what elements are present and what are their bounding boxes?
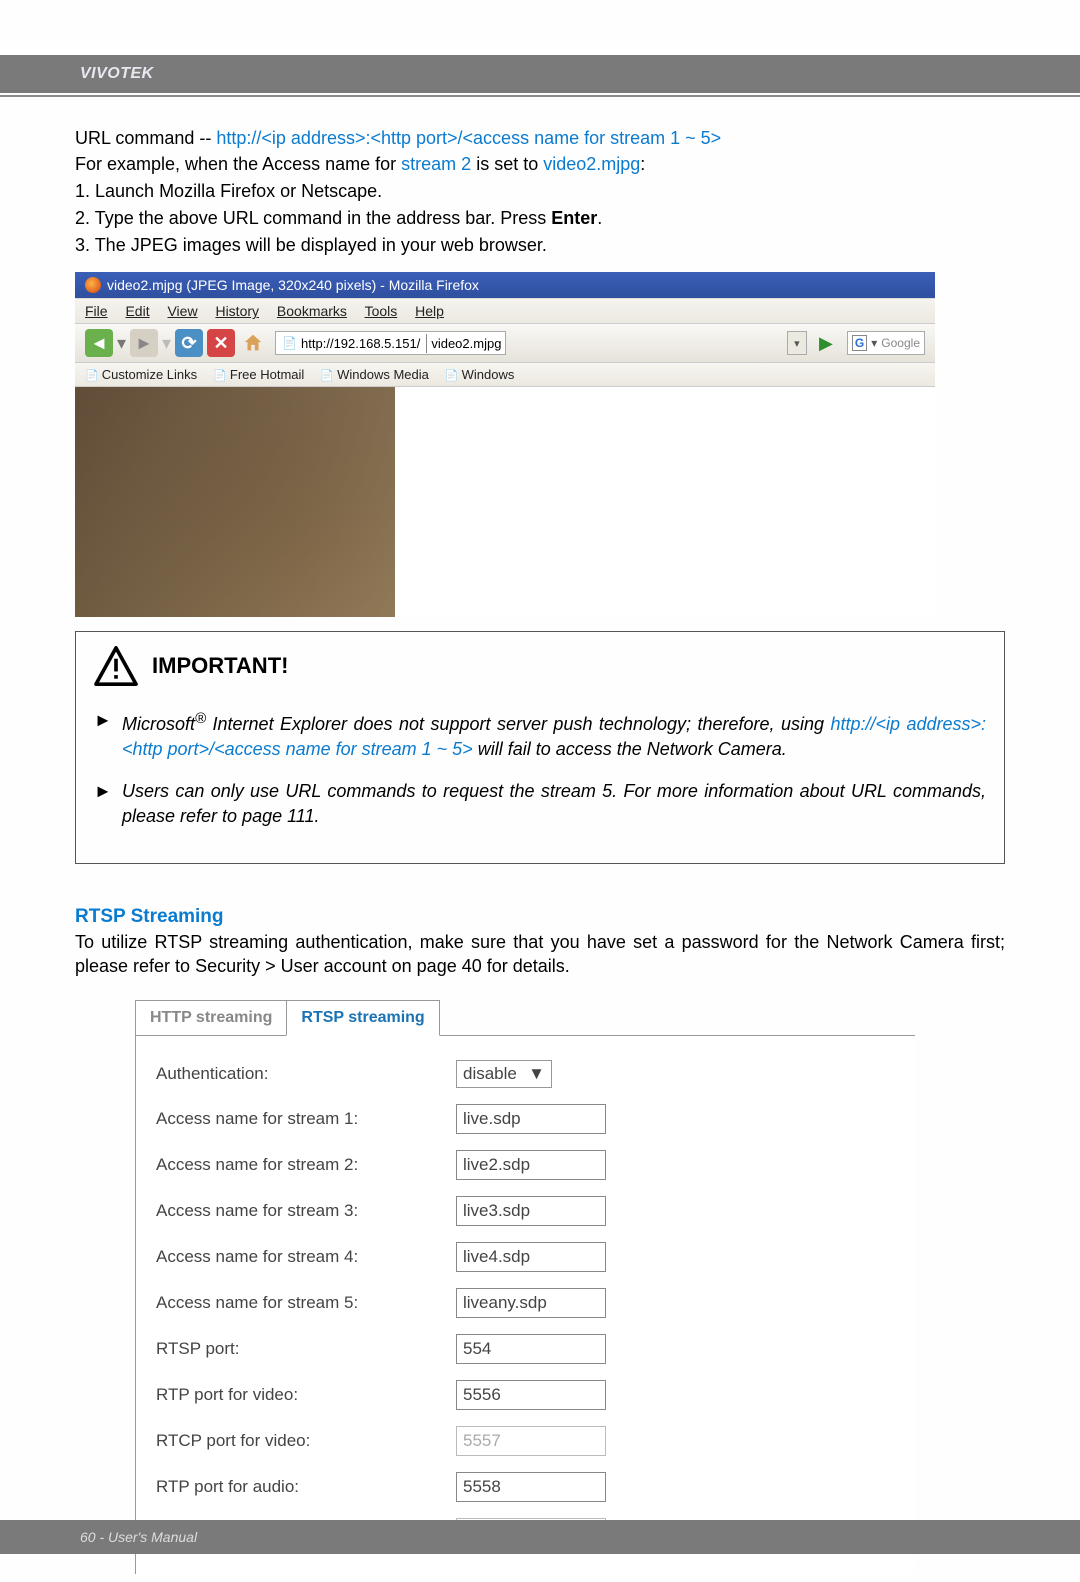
menu-edit[interactable]: Edit [125,303,149,319]
footer-text: 60 - User's Manual [80,1529,197,1545]
fwd-dropdown-icon[interactable]: ▾ [162,333,171,354]
google-icon: G [852,335,867,351]
rtcp-video-input: 5557 [456,1426,606,1456]
auth-label: Authentication: [156,1064,456,1084]
rtp-audio-input[interactable]: 5558 [456,1472,606,1502]
stream1-input[interactable]: live.sdp [456,1104,606,1134]
home-icon [242,332,264,354]
rtcp-video-label: RTCP port for video: [156,1431,456,1451]
address-dropdown[interactable]: ▾ [787,331,807,355]
menu-help[interactable]: Help [415,303,444,319]
home-button[interactable] [239,329,267,357]
chevron-down-icon: ▼ [528,1064,545,1084]
auth-select[interactable]: disable ▼ [456,1060,552,1088]
go-button[interactable]: ▶ [815,332,837,354]
step-2: 2. Type the above URL command in the add… [75,206,1005,231]
brand: VIVOTEK [80,65,154,83]
browser-menubar: File Edit View History Bookmarks Tools H… [75,298,935,324]
bookmarks-toolbar: Customize Links Free Hotmail Windows Med… [75,363,935,387]
rtsp-settings: HTTP streaming RTSP streaming Authentica… [135,999,915,1574]
back-button[interactable]: ◄ [85,329,113,357]
firefox-icon [85,277,101,293]
menu-view[interactable]: View [167,303,197,319]
stream2-input[interactable]: live2.sdp [456,1150,606,1180]
rtp-video-input[interactable]: 5556 [456,1380,606,1410]
stream5-label: Access name for stream 5: [156,1293,456,1313]
bookmark-customize-links[interactable]: Customize Links [85,367,197,382]
search-placeholder: Google [881,336,920,350]
stream4-input[interactable]: live4.sdp [456,1242,606,1272]
search-box[interactable]: G ▾ Google [847,331,925,355]
browser-window: video2.mjpg (JPEG Image, 320x240 pixels)… [75,272,935,617]
address-bar[interactable]: 📄 http://192.168.5.151/ video2.mjpg [275,331,506,355]
streaming-tabs: HTTP streaming RTSP streaming [135,999,915,1035]
tab-http-streaming[interactable]: HTTP streaming [135,1000,286,1036]
browser-content [75,387,935,617]
rtp-video-label: RTP port for video: [156,1385,456,1405]
url-command-line: URL command -- http://<ip address>:<http… [75,127,1005,150]
url-example: For example, when the Access name for st… [75,152,1005,176]
step-3: 3. The JPEG images will be displayed in … [75,233,1005,258]
url-pattern: http://<ip address>:<http port>/<access … [216,128,721,148]
menu-tools[interactable]: Tools [365,303,398,319]
bookmark-windows-media[interactable]: Windows Media [320,367,429,382]
bullet-arrow-icon: ► [94,779,112,829]
rtp-audio-label: RTP port for audio: [156,1477,456,1497]
stream3-label: Access name for stream 3: [156,1201,456,1221]
menu-file[interactable]: File [85,303,108,319]
menu-history[interactable]: History [215,303,259,319]
important-title: IMPORTANT! [152,653,288,679]
step-1: 1. Launch Mozilla Firefox or Netscape. [75,179,1005,204]
important-item-2: ► Users can only use URL commands to req… [94,779,986,829]
warning-icon [94,646,138,686]
tab-rtsp-streaming[interactable]: RTSP streaming [286,1000,439,1036]
search-dropdown-icon[interactable]: ▾ [871,336,877,350]
bullet-arrow-icon: ► [94,708,112,762]
page-header: VIVOTEK [0,55,1080,93]
menu-bookmarks[interactable]: Bookmarks [277,303,347,319]
stream5-input[interactable]: liveany.sdp [456,1288,606,1318]
window-title: video2.mjpg (JPEG Image, 320x240 pixels)… [107,277,479,293]
address-base: http://192.168.5.151/ [301,336,420,351]
important-item-1: ► Microsoft® Internet Explorer does not … [94,708,986,762]
stream3-input[interactable]: live3.sdp [456,1196,606,1226]
reload-button[interactable]: ⟳ [175,329,203,357]
stream1-label: Access name for stream 1: [156,1109,456,1129]
page-icon: 📄 [282,336,297,350]
rtsp-intro: To utilize RTSP streaming authentication… [75,930,1005,979]
forward-button[interactable]: ► [130,329,158,357]
rtsp-port-input[interactable]: 554 [456,1334,606,1364]
rtsp-panel: Authentication: disable ▼ Access name fo… [135,1035,915,1574]
jpeg-image [75,387,395,617]
bookmark-free-hotmail[interactable]: Free Hotmail [213,367,304,382]
stream4-label: Access name for stream 4: [156,1247,456,1267]
address-file: video2.mjpg [426,334,505,353]
bookmark-windows[interactable]: Windows [445,367,515,382]
page-footer: 60 - User's Manual [0,1520,1080,1554]
stop-button[interactable]: ✕ [207,329,235,357]
browser-toolbar: ◄ ▾ ► ▾ ⟳ ✕ 📄 http://192.168.5.151/ vide… [75,324,935,363]
browser-titlebar[interactable]: video2.mjpg (JPEG Image, 320x240 pixels)… [75,272,935,298]
stream2-label: Access name for stream 2: [156,1155,456,1175]
back-dropdown-icon[interactable]: ▾ [117,333,126,354]
rtsp-heading: RTSP Streaming [75,906,1005,928]
important-box: IMPORTANT! ► Microsoft® Internet Explore… [75,631,1005,864]
page-content: URL command -- http://<ip address>:<http… [0,97,1080,1574]
rtsp-port-label: RTSP port: [156,1339,456,1359]
